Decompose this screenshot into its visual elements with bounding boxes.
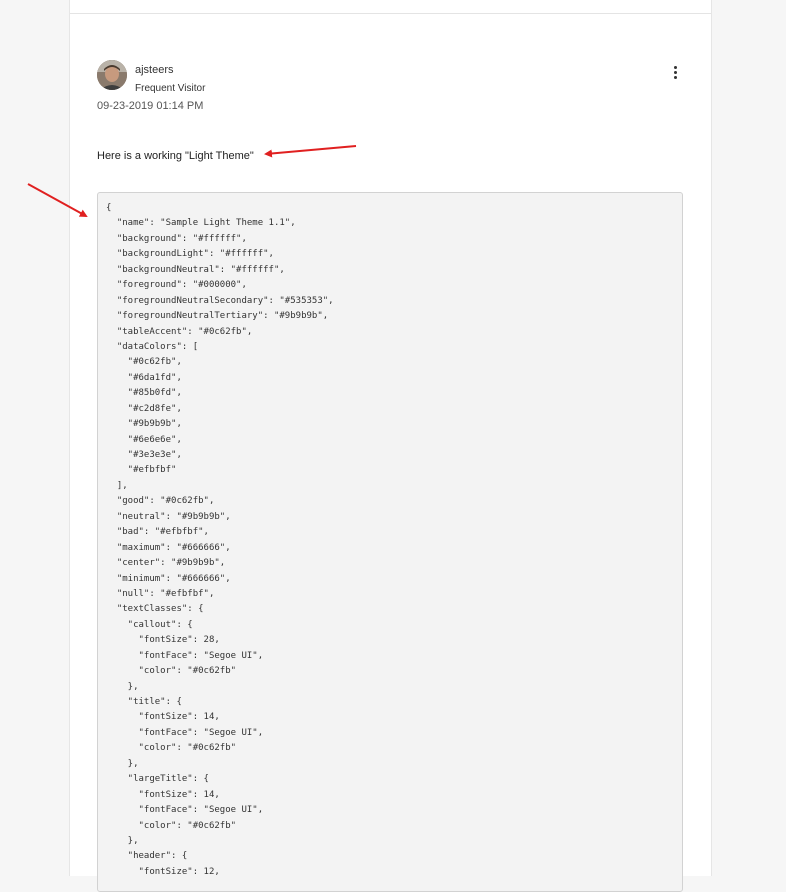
code-line: "fontFace": "Segoe UI", — [106, 650, 264, 661]
code-line: "fontFace": "Segoe UI", — [106, 805, 264, 816]
code-line: "maximum": "#666666", — [106, 542, 231, 553]
user-photo-icon — [97, 60, 127, 90]
code-line: "#c2d8fe", — [106, 403, 182, 414]
author-name[interactable]: ajsteers — [135, 64, 174, 76]
code-line: "foregroundNeutralTertiary": "#9b9b9b", — [106, 311, 329, 322]
code-line: "header": { — [106, 851, 188, 862]
code-line: "#9b9b9b", — [106, 419, 182, 430]
code-line: }, — [106, 835, 139, 846]
code-line: "largeTitle": { — [106, 774, 209, 785]
code-line: "null": "#efbfbf", — [106, 588, 215, 599]
code-line: "foreground": "#000000", — [106, 280, 247, 291]
code-line: "color": "#0c62fb" — [106, 820, 237, 831]
code-line: "fontSize": 14, — [106, 789, 220, 800]
code-line: "fontFace": "Segoe UI", — [106, 727, 264, 738]
more-options-icon[interactable] — [668, 65, 682, 79]
code-line: "color": "#0c62fb" — [106, 666, 237, 677]
code-line: "fontSize": 12, — [106, 866, 220, 877]
code-line: "#85b0fd", — [106, 388, 182, 399]
code-line: "#3e3e3e", — [106, 450, 182, 460]
code-line: "good": "#0c62fb", — [106, 496, 215, 507]
code-line: "backgroundLight": "#ffffff", — [106, 249, 274, 260]
code-line: "center": "#9b9b9b", — [106, 558, 226, 569]
post-date: 09-23-2019 01:14 PM — [97, 100, 204, 112]
code-line: "fontSize": 14, — [106, 712, 220, 723]
code-line: "#efbfbf" — [106, 465, 177, 476]
forum-post-card: ajsteers Frequent Visitor 09-23-2019 01:… — [69, 0, 712, 892]
code-line: "fontSize": 28, — [106, 635, 220, 646]
code-line: "minimum": "#666666", — [106, 573, 231, 584]
code-line: "foregroundNeutralSecondary": "#535353", — [106, 295, 334, 306]
code-line: "callout": { — [106, 619, 193, 630]
code-block: { "name": "Sample Light Theme 1.1", "bac… — [97, 192, 683, 892]
code-line: "name": "Sample Light Theme 1.1", — [106, 218, 296, 229]
code-line: "dataColors": [ — [106, 341, 199, 352]
code-line: "tableAccent": "#0c62fb", — [106, 326, 253, 337]
code-line: }, — [106, 758, 139, 769]
code-line: "textClasses": { — [106, 604, 204, 615]
code-line: { — [106, 203, 112, 213]
author-rank: Frequent Visitor — [135, 83, 206, 94]
code-line: "#6da1fd", — [106, 372, 182, 383]
post-separator — [70, 13, 711, 14]
code-line: "#6e6e6e", — [106, 434, 182, 445]
code-line: "background": "#ffffff", — [106, 233, 247, 244]
code-line: ], — [106, 480, 128, 491]
code-line: "color": "#0c62fb" — [106, 743, 237, 754]
code-line: "neutral": "#9b9b9b", — [106, 511, 231, 522]
code-line: }, — [106, 681, 139, 692]
avatar[interactable] — [97, 60, 127, 90]
code-line: "title": { — [106, 697, 182, 707]
post-body-text: Here is a working "Light Theme" — [97, 150, 254, 162]
code-line: "#0c62fb", — [106, 357, 182, 368]
code-line: "backgroundNeutral": "#ffffff", — [106, 264, 285, 275]
code-line: "bad": "#efbfbf", — [106, 527, 209, 538]
